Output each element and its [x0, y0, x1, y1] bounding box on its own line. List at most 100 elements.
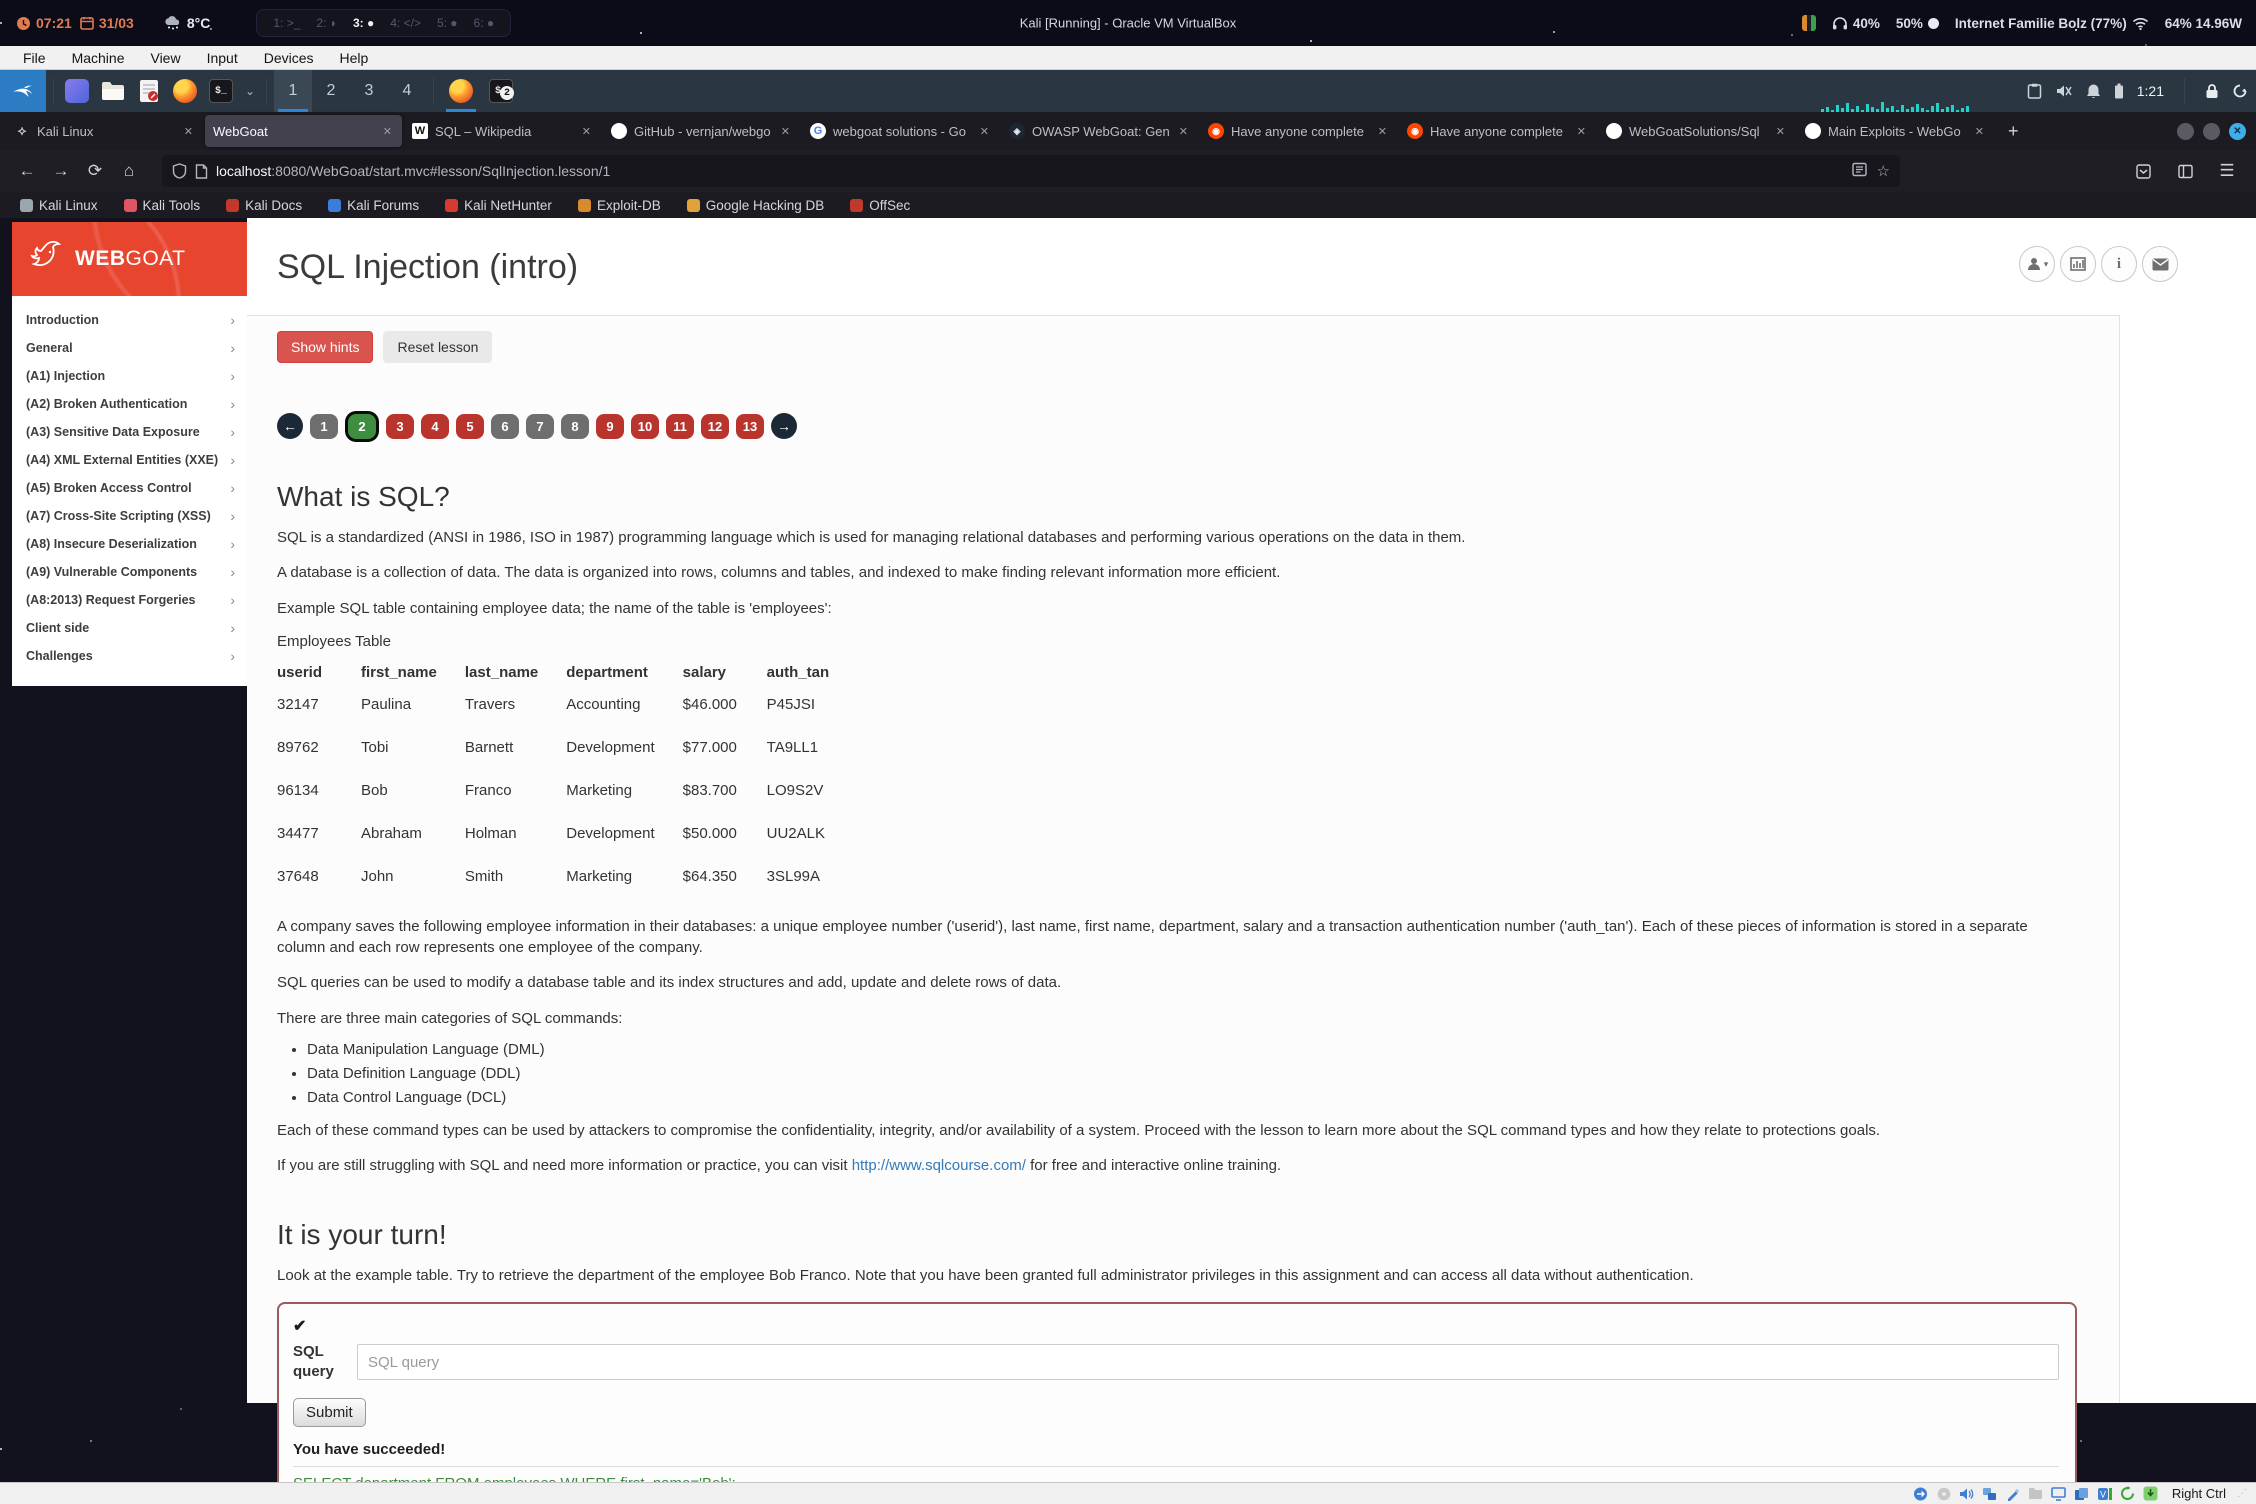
sqlcourse-link[interactable]: http://www.sqlcourse.com/ — [852, 1157, 1026, 1174]
sidebar-item[interactable]: (A4) XML External Entities (XXE)› — [12, 446, 247, 474]
page-12[interactable]: 12 — [701, 414, 729, 439]
bookmark-item[interactable]: Kali Tools — [124, 198, 201, 213]
browser-tab[interactable]: Gwebgoat solutions - Go✕ — [802, 115, 999, 147]
sidebar-item[interactable]: Challenges› — [12, 642, 247, 670]
back-button[interactable]: ← — [10, 156, 44, 186]
hamburger-menu-icon[interactable]: ☰ — [2210, 156, 2244, 186]
host-workspace[interactable]: 6: ● — [474, 16, 495, 30]
tab-close-icon[interactable]: ✕ — [580, 123, 593, 140]
workspace-4[interactable]: 4 — [388, 70, 426, 112]
browser-tab[interactable]: WebGoat✕ — [205, 115, 402, 147]
page-6[interactable]: 6 — [491, 414, 519, 439]
menu-help[interactable]: Help — [327, 50, 382, 66]
bookmark-item[interactable]: Exploit-DB — [578, 198, 661, 213]
sidebar-item[interactable]: (A3) Sensitive Data Exposure› — [12, 418, 247, 446]
files-app-icon[interactable] — [65, 79, 89, 103]
launcher-expand-chevron-icon[interactable]: ⌄ — [245, 84, 259, 98]
webgoat-logo[interactable]: WEBGOAT — [12, 222, 247, 296]
tab-close-icon[interactable]: ✕ — [1973, 123, 1986, 140]
browser-tab[interactable]: WebGoatSolutions/Sql✕ — [1598, 115, 1795, 147]
page-4[interactable]: 4 — [421, 414, 449, 439]
browser-tab[interactable]: ⟡Kali Linux✕ — [6, 115, 203, 147]
page-1[interactable]: 1 — [310, 414, 338, 439]
running-firefox[interactable] — [441, 70, 481, 112]
power-icon[interactable] — [2232, 83, 2248, 99]
url-text[interactable]: localhost:8080/WebGoat/start.mvc#lesson/… — [216, 163, 1844, 179]
tab-close-icon[interactable]: ✕ — [1774, 123, 1787, 140]
scoreboard-button[interactable] — [2060, 246, 2096, 282]
tab-close-icon[interactable]: ✕ — [1575, 123, 1588, 140]
workspace-3[interactable]: 3 — [350, 70, 388, 112]
host-workspace[interactable]: 2: ◗ — [316, 16, 337, 30]
lock-icon[interactable] — [2205, 83, 2219, 99]
show-hints-button[interactable]: Show hints — [277, 331, 373, 363]
sidebar-item[interactable]: (A9) Vulnerable Components› — [12, 558, 247, 586]
tab-close-icon[interactable]: ✕ — [779, 123, 792, 140]
host-workspace[interactable]: 3: ● — [353, 16, 374, 30]
firefox-launcher-icon[interactable] — [173, 79, 197, 103]
sidebar-item[interactable]: (A7) Cross-Site Scripting (XSS)› — [12, 502, 247, 530]
about-button[interactable]: i — [2101, 246, 2137, 282]
sidebars-icon[interactable] — [2168, 156, 2202, 186]
sidebar-item[interactable]: (A8) Insecure Deserialization› — [12, 530, 247, 558]
prev-page-arrow[interactable]: ← — [277, 413, 303, 439]
sidebar-item[interactable]: Client side› — [12, 614, 247, 642]
tab-close-icon[interactable]: ✕ — [978, 123, 991, 140]
tracking-protection-shield-icon[interactable] — [172, 163, 187, 179]
sidebar-item[interactable]: General› — [12, 334, 247, 362]
tray-battery[interactable]: 64% 14.96W — [2165, 16, 2242, 31]
menu-devices[interactable]: Devices — [251, 50, 327, 66]
browser-tab[interactable]: Main Exploits - WebGo✕ — [1797, 115, 1994, 147]
next-page-arrow[interactable]: → — [771, 413, 797, 439]
kali-menu-button[interactable] — [0, 70, 46, 112]
reset-lesson-button[interactable]: Reset lesson — [383, 331, 492, 363]
tab-close-icon[interactable]: ✕ — [1177, 123, 1190, 140]
terminal-launcher-icon[interactable]: $_ — [209, 79, 233, 103]
tab-close-icon[interactable]: ✕ — [381, 123, 394, 140]
page-10[interactable]: 10 — [631, 414, 659, 439]
sidebar-item[interactable]: (A5) Broken Access Control› — [12, 474, 247, 502]
menu-view[interactable]: View — [137, 50, 193, 66]
tray-app-icon[interactable] — [1802, 15, 1816, 31]
submit-button[interactable]: Submit — [293, 1398, 366, 1427]
minimize-button[interactable] — [2177, 123, 2194, 140]
host-workspace[interactable]: 4: </> — [390, 16, 421, 30]
tray-audio[interactable]: 40% — [1832, 16, 1880, 31]
menu-input[interactable]: Input — [194, 50, 251, 66]
tray-wifi[interactable]: Internet Familie Bolz (77%) — [1955, 16, 2149, 31]
page-3[interactable]: 3 — [386, 414, 414, 439]
page-7[interactable]: 7 — [526, 414, 554, 439]
browser-tab[interactable]: GitHub - vernjan/webgo✕ — [603, 115, 800, 147]
bookmark-item[interactable]: Kali Forums — [328, 198, 419, 213]
page-13[interactable]: 13 — [736, 414, 764, 439]
maximize-button[interactable] — [2203, 123, 2220, 140]
notifications-bell-icon[interactable] — [2086, 83, 2101, 99]
menu-machine[interactable]: Machine — [59, 50, 138, 66]
resize-grip[interactable]: ⋰ — [2237, 1488, 2248, 1499]
workspace-1[interactable]: 1 — [274, 70, 312, 112]
close-button[interactable]: ✕ — [2229, 123, 2246, 140]
forward-button[interactable]: → — [44, 156, 78, 186]
page-9[interactable]: 9 — [596, 414, 624, 439]
host-workspace-switcher[interactable]: 1: >_2: ◗3: ●4: </>5: ●6: ● — [256, 9, 511, 37]
folder-app-icon[interactable] — [101, 79, 125, 103]
page-info-icon[interactable] — [195, 164, 208, 179]
page-8[interactable]: 8 — [561, 414, 589, 439]
sql-query-input[interactable] — [357, 1344, 2059, 1380]
clipboard-icon[interactable] — [2027, 83, 2042, 99]
sidebar-item[interactable]: (A2) Broken Authentication› — [12, 390, 247, 418]
new-tab-button[interactable]: + — [1996, 121, 2031, 142]
sidebar-item[interactable]: (A8:2013) Request Forgeries› — [12, 586, 247, 614]
bookmark-item[interactable]: Kali Linux — [20, 198, 98, 213]
page-5[interactable]: 5 — [456, 414, 484, 439]
sidebar-item[interactable]: Introduction› — [12, 306, 247, 334]
text-editor-app-icon[interactable] — [137, 79, 161, 103]
browser-tab[interactable]: ◈OWASP WebGoat: Gen✕ — [1001, 115, 1198, 147]
workspace-2[interactable]: 2 — [312, 70, 350, 112]
browser-tab[interactable]: ◉Have anyone complete✕ — [1200, 115, 1397, 147]
bookmark-star-icon[interactable]: ☆ — [1877, 162, 1890, 180]
save-to-pocket-icon[interactable] — [2126, 156, 2160, 186]
user-menu-button[interactable]: ▾ — [2019, 246, 2055, 282]
tray-brightness[interactable]: 50% — [1896, 16, 1939, 31]
bookmark-item[interactable]: Kali NetHunter — [445, 198, 552, 213]
